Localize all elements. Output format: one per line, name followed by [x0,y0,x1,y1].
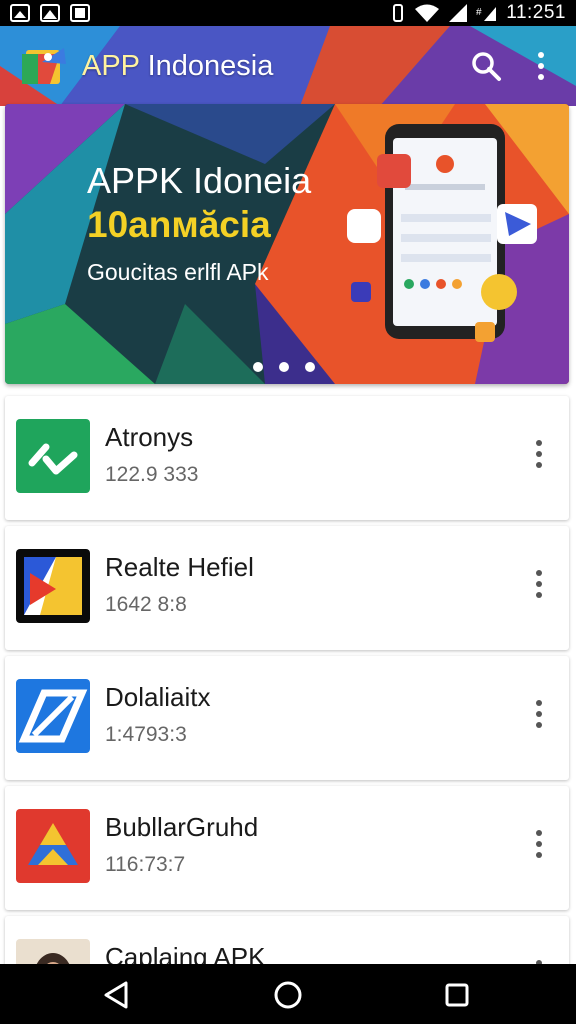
search-icon[interactable] [468,48,504,84]
floating-app-icon [481,274,517,310]
list-item[interactable]: Atronys 122.9 333 [5,396,569,520]
page-indicator[interactable] [253,362,315,372]
status-bar: # 11:251 [0,0,576,26]
item-more-icon[interactable] [525,434,553,474]
app-name: Atronys [105,422,194,452]
app-meta: 1642 8:8 [105,593,187,616]
app-name: Dolaliaitx [105,682,211,712]
recents-icon[interactable] [440,978,474,1012]
app-name: Realte Hefiel [105,552,254,582]
list-item[interactable]: BubllarGruhd 116:73:7 [5,786,569,910]
app-title-rest: Indonesia [139,50,274,82]
promo-banner[interactable]: APPK Idoneia 10anмăcia Goucitas erlfl AP… [5,104,569,384]
navigation-bar [0,964,576,1024]
app-meta: 122.9 333 [105,463,199,486]
app-name: BubllarGruhd [105,812,259,842]
drive-triangle-icon [16,809,90,883]
banner-tagline: Goucitas erlfl APk [87,259,269,285]
banner-subtitle: 10anмăcia [87,204,271,245]
floating-app-icon [475,322,495,342]
back-icon[interactable] [100,978,134,1012]
data-icon: # [476,7,497,21]
app-logo-icon [22,48,66,84]
wifi-icon [415,4,440,22]
mountain-icon [40,4,60,22]
clock: 11:251 [506,2,566,23]
list-item[interactable]: Dolaliaitx 1:4793:3 [5,656,569,780]
signal-icon [449,4,468,22]
page-dot[interactable] [305,362,315,372]
banner-title: APPK Idoneia [87,160,312,201]
page-dot[interactable] [279,362,289,372]
page-dot[interactable] [253,362,263,372]
colorful-folder-icon [16,549,90,623]
item-more-icon[interactable] [525,694,553,734]
blue-parallelogram-icon [16,679,90,753]
app-meta: 116:73:7 [105,853,186,876]
app-meta: 1:4793:3 [105,723,187,746]
home-icon[interactable] [271,978,305,1012]
app-title-accent: APP [82,50,140,82]
green-check-icon [16,419,90,493]
image-icon [10,4,30,22]
floating-app-icon [377,154,411,188]
sd-card-icon [70,4,90,22]
floating-app-icon [351,282,371,302]
item-more-icon[interactable] [525,564,553,604]
list-item[interactable]: Realte Hefiel 1642 8:8 [5,526,569,650]
more-vert-icon[interactable] [524,46,558,86]
vibrate-icon [393,4,404,22]
floating-app-icon [347,209,381,243]
app-title: APP Indonesia [82,50,273,83]
app-bar: APP Indonesia [0,26,576,106]
svg-text:#: # [476,7,482,18]
item-more-icon[interactable] [525,824,553,864]
